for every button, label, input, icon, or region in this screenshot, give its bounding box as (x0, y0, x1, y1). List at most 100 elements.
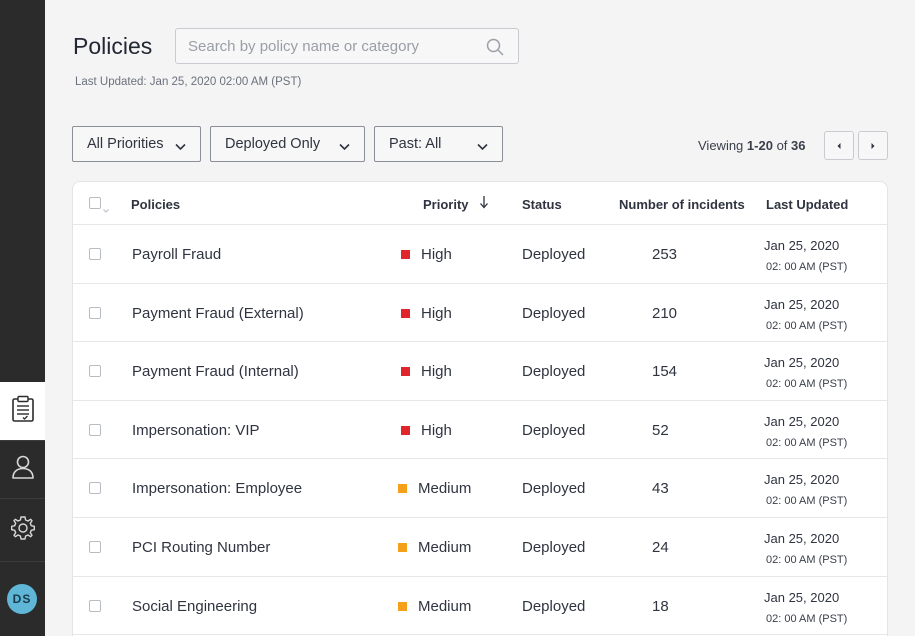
clipboard-icon (11, 395, 35, 428)
priority-indicator-icon (401, 308, 410, 318)
chevron-down-icon (175, 139, 186, 155)
deployment-filter-dropdown[interactable]: Deployed Only (210, 126, 365, 162)
sidebar: DS (0, 0, 45, 636)
row-checkbox[interactable] (89, 306, 101, 319)
time-filter-label: Past: All (389, 136, 442, 152)
last-updated-date: Jan 25, 2020 (764, 589, 840, 605)
incident-count: 24 (652, 539, 669, 556)
table-header: Policies Priority Status Number of incid… (73, 182, 887, 225)
row-checkbox[interactable] (89, 365, 101, 378)
status-label: Deployed (522, 480, 586, 498)
last-updated-time: 02: 00 AM (PST) (766, 319, 848, 332)
sidebar-item-settings[interactable] (0, 498, 45, 562)
sidebar-item-users[interactable] (0, 440, 45, 498)
page-title: Policies (73, 33, 153, 59)
table-row[interactable]: Impersonation: Employee Medium Deployed 43 J… (73, 459, 887, 518)
policy-name[interactable]: Payment Fraud (External) (132, 305, 304, 322)
incident-count: 253 (652, 246, 678, 263)
policies-table: Policies Priority Status Number of incid… (72, 181, 888, 636)
priority-label: High (421, 246, 452, 263)
table-row[interactable]: Payroll Fraud High Deployed 253 Jan 25, 2020… (73, 225, 887, 284)
priority-filter-label: All Priorities (87, 136, 164, 152)
table-row[interactable]: Social Engineering Medium Deployed 18 Jan 25… (73, 577, 887, 636)
policy-name[interactable]: Impersonation: VIP (132, 422, 260, 439)
last-updated-time: 02: 00 AM (PST) (766, 554, 848, 566)
gear-icon (10, 515, 36, 546)
incident-count: 210 (652, 304, 678, 322)
table-row[interactable]: Payment Fraud (External) High Deployed 210 J… (73, 284, 887, 343)
search-icon[interactable] (486, 38, 504, 61)
column-header-incidents[interactable]: Number of incidents (619, 197, 745, 212)
pagination-total: 36 (791, 138, 806, 153)
pagination-summary: Viewing 1-20 of 36 (698, 138, 806, 153)
status-label: Deployed (522, 363, 586, 381)
row-checkbox[interactable] (89, 482, 101, 495)
chevron-down-icon[interactable] (103, 200, 109, 218)
pagination-prefix: Viewing (698, 138, 744, 153)
deployment-filter-label: Deployed Only (225, 136, 321, 152)
priority-indicator-icon (401, 250, 410, 259)
status-label: Deployed (522, 539, 586, 556)
policy-name[interactable]: Payroll Fraud (132, 246, 221, 263)
last-updated-date: Jan 25, 2020 (764, 531, 840, 546)
column-header-policies[interactable]: Policies (131, 197, 180, 212)
incident-count: 154 (652, 363, 678, 381)
priority-indicator-icon (398, 484, 407, 494)
priority-indicator-icon (401, 367, 410, 377)
previous-page-button[interactable] (824, 131, 854, 160)
priority-label: High (421, 363, 452, 381)
incident-count: 52 (652, 421, 669, 439)
last-updated-time: 02: 00 AM (PST) (766, 612, 848, 625)
priority-indicator-icon (401, 425, 410, 435)
next-page-button[interactable] (858, 131, 888, 160)
row-checkbox[interactable] (89, 423, 101, 436)
row-checkbox[interactable] (89, 248, 101, 260)
sidebar-item-policies[interactable] (0, 382, 45, 440)
user-icon (10, 454, 36, 485)
column-header-priority[interactable]: Priority (423, 197, 469, 212)
row-checkbox[interactable] (89, 599, 101, 612)
last-updated-text: Last Updated: Jan 25, 2020 02:00 AM (PST… (75, 76, 302, 88)
pagination-of: of (776, 138, 788, 153)
table-row[interactable]: Payment Fraud (Internal) High Deployed 154 J… (73, 342, 887, 401)
time-filter-dropdown[interactable]: Past: All (374, 126, 503, 162)
table-row[interactable]: Impersonation: VIP High Deployed 52 Jan 25, … (73, 401, 887, 460)
priority-label: Medium (418, 480, 472, 498)
chevron-down-icon (339, 139, 350, 155)
row-checkbox[interactable] (89, 541, 101, 553)
policy-name[interactable]: Impersonation: Employee (132, 480, 302, 497)
last-updated-date: Jan 25, 2020 (764, 238, 840, 253)
policy-name[interactable]: Social Engineering (132, 598, 257, 615)
last-updated-time: 02: 00 AM (PST) (766, 378, 848, 391)
column-header-last-updated[interactable]: Last Updated (766, 197, 848, 212)
policy-name[interactable]: Payment Fraud (Internal) (132, 363, 299, 380)
last-updated-date: Jan 25, 2020 (764, 296, 840, 312)
search-box[interactable] (175, 28, 519, 64)
status-label: Deployed (522, 597, 586, 615)
policy-name[interactable]: PCI Routing Number (132, 539, 270, 556)
priority-filter-dropdown[interactable]: All Priorities (72, 126, 201, 162)
pagination-range: 1-20 (746, 138, 773, 153)
avatar: DS (7, 584, 37, 614)
priority-label: Medium (418, 597, 472, 615)
table-row[interactable]: PCI Routing Number Medium Deployed 24 Jan 25… (73, 518, 887, 577)
chevron-right-icon (870, 137, 876, 155)
chevron-down-icon (477, 139, 488, 155)
status-label: Deployed (522, 246, 586, 263)
select-all-checkbox[interactable] (89, 197, 101, 209)
priority-indicator-icon (398, 543, 407, 552)
status-label: Deployed (522, 304, 586, 322)
incident-count: 18 (652, 597, 669, 615)
chevron-left-icon (836, 137, 842, 155)
last-updated-date: Jan 25, 2020 (764, 413, 840, 429)
search-input[interactable] (176, 29, 476, 63)
incident-count: 43 (652, 480, 669, 498)
sort-arrow-down-icon[interactable] (479, 195, 489, 214)
avatar-button[interactable]: DS (7, 584, 37, 614)
last-updated-date: Jan 25, 2020 (764, 355, 840, 371)
last-updated-time: 02: 00 AM (PST) (766, 495, 848, 508)
priority-label: Medium (418, 539, 472, 556)
last-updated-date: Jan 25, 2020 (764, 472, 840, 488)
priority-indicator-icon (398, 601, 407, 611)
column-header-status[interactable]: Status (522, 197, 562, 212)
